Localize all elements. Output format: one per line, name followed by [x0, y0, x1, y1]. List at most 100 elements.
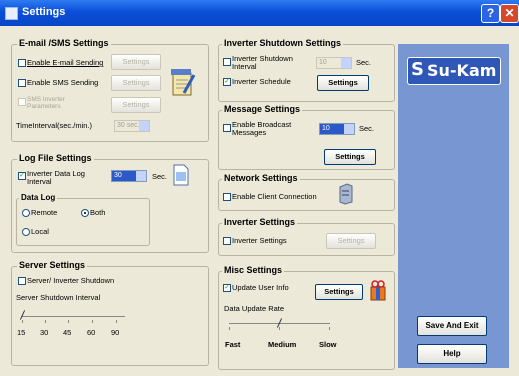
inverter-shutdown-sec-label: Sec. [356, 58, 372, 67]
log-sec-label: Sec. [152, 172, 168, 181]
inverter-shutdown-spinner[interactable]: 10 [316, 57, 352, 69]
enable-sms-label: Enable SMS Sending [27, 78, 99, 87]
email-sms-group: E-mail /SMS Settings Enable E-mail Sendi… [11, 38, 209, 142]
tick-label-45: 45 [63, 328, 72, 337]
local-radio[interactable] [22, 228, 30, 236]
time-interval-label: TimeInterval(sec./min.) [16, 121, 92, 130]
tick-45 [68, 320, 69, 323]
title-bar: Settings ? ✕ [0, 0, 519, 26]
tick-label-90: 90 [111, 328, 120, 337]
app-icon [5, 7, 18, 20]
tick-60 [92, 320, 93, 323]
update-user-info-checkbox[interactable]: ✓ [223, 284, 231, 292]
email-sms-title: E-mail /SMS Settings [17, 38, 111, 48]
close-button[interactable]: ✕ [500, 4, 519, 23]
server-computer-icon [339, 183, 353, 205]
inverter-schedule-checkbox[interactable]: ✓ [223, 78, 231, 86]
tick-30 [45, 320, 46, 323]
log-interval-value: 30 [114, 172, 122, 179]
tick-90 [116, 320, 117, 323]
message-interval-value: 10 [322, 125, 330, 132]
misc-group: Misc Settings ✓ Update User Info Setting… [218, 265, 395, 370]
sms-inverter-settings-button[interactable]: Settings [111, 97, 161, 113]
client-connection-checkbox[interactable] [223, 193, 231, 201]
update-user-info-label: Update User Info [232, 283, 289, 292]
tick-label-15: 15 [17, 328, 26, 337]
document-icon [173, 164, 189, 186]
time-interval-value: 30 sec. [117, 122, 140, 129]
inverter-shutdown-interval-checkbox[interactable] [223, 58, 231, 66]
enable-sms-checkbox[interactable] [18, 79, 26, 87]
client-connection-label: Enable Client Connection [232, 192, 317, 201]
slow-label: Slow [319, 340, 337, 349]
sukam-logo: S Su-Kam [407, 57, 501, 85]
sms-inverter-checkbox[interactable] [18, 98, 26, 106]
remote-radio[interactable] [22, 209, 30, 217]
inverter-shutdown-interval-label-2: Interval [232, 62, 257, 71]
misc-title: Misc Settings [222, 265, 285, 275]
server-shutdown-label: Server/ Inverter Shutdown [27, 276, 115, 285]
network-title: Network Settings [222, 173, 300, 183]
gift-box-icon [370, 280, 386, 301]
message-settings-button[interactable]: Settings [324, 149, 376, 165]
window-title: Settings [22, 6, 66, 18]
tick-label-30: 30 [40, 328, 49, 337]
inverter-settings-button[interactable]: Settings [326, 233, 376, 249]
server-title: Server Settings [17, 260, 88, 270]
inverter-title: Inverter Settings [222, 217, 298, 227]
fast-label: Fast [225, 340, 241, 349]
time-interval-spinner[interactable]: 30 sec. [114, 120, 150, 132]
help-title-button[interactable]: ? [481, 4, 500, 23]
spinner-arrows[interactable] [139, 121, 149, 131]
both-radio[interactable] [81, 209, 89, 217]
tick-medium [279, 327, 280, 330]
message-sec-label: Sec. [359, 124, 375, 133]
inverter-schedule-label: Inverter Schedule [232, 77, 291, 86]
sms-inverter-label-2: Parameters [27, 103, 61, 110]
local-label: Local [31, 227, 49, 236]
medium-label: Medium [268, 340, 297, 349]
server-group: Server Settings Server/ Inverter Shutdow… [11, 260, 209, 366]
both-label: Both [90, 208, 106, 217]
tick-fast [229, 327, 230, 330]
log-file-group: Log File Settings ✓ Inverter Data Log In… [11, 153, 209, 253]
server-shutdown-interval-label: Server Shutdown Interval [16, 293, 101, 302]
log-interval-spinner[interactable]: 30 [111, 170, 147, 182]
message-group: Message Settings Enable Broadcast Messag… [218, 104, 395, 170]
spinner-arrows[interactable] [341, 58, 351, 68]
log-file-title: Log File Settings [17, 153, 94, 163]
email-notepad-icon [171, 69, 196, 96]
save-and-exit-button[interactable]: Save And Exit [417, 316, 487, 336]
inverter-shutdown-group: Inverter Shutdown Settings Inverter Shut… [218, 38, 395, 102]
data-log-group: Data Log Remote Both Local [16, 193, 150, 246]
inverter-shutdown-value: 10 [319, 59, 327, 66]
server-interval-slider-thumb[interactable] [19, 310, 26, 320]
help-button[interactable]: Help [417, 344, 487, 364]
enable-email-label: Enable E-mail Sending [27, 58, 104, 67]
message-interval-spinner[interactable]: 10 [319, 123, 355, 135]
tick-slow [329, 327, 330, 330]
inverter-data-log-checkbox[interactable]: ✓ [18, 172, 26, 180]
logo-text: Su-Kam [427, 61, 497, 80]
inverter-shutdown-title: Inverter Shutdown Settings [222, 38, 344, 48]
inverter-settings-checkbox[interactable] [223, 237, 231, 245]
settings-client: E-mail /SMS Settings Enable E-mail Sendi… [9, 28, 509, 370]
misc-settings-button[interactable]: Settings [315, 284, 363, 300]
spinner-arrows[interactable] [344, 124, 354, 134]
remote-label: Remote [31, 208, 58, 217]
inverter-group: Inverter Settings Inverter Settings Sett… [218, 217, 395, 256]
tick-15 [22, 320, 23, 323]
server-shutdown-checkbox[interactable] [18, 277, 26, 285]
broadcast-checkbox[interactable] [223, 124, 231, 132]
sms-settings-button[interactable]: Settings [111, 75, 161, 91]
inverter-data-log-label-2: Interval [27, 177, 52, 186]
inverter-schedule-settings-button[interactable]: Settings [317, 75, 369, 91]
enable-email-checkbox[interactable] [18, 59, 26, 67]
data-update-rate-label: Data Update Rate [224, 304, 285, 313]
brand-sidebar: S Su-Kam Save And Exit Help [398, 44, 509, 368]
email-settings-button[interactable]: Settings [111, 54, 161, 70]
tick-label-60: 60 [87, 328, 96, 337]
server-interval-slider-track[interactable] [22, 316, 125, 317]
spinner-arrows[interactable] [136, 171, 146, 181]
network-group: Network Settings Enable Client Connectio… [218, 173, 395, 211]
